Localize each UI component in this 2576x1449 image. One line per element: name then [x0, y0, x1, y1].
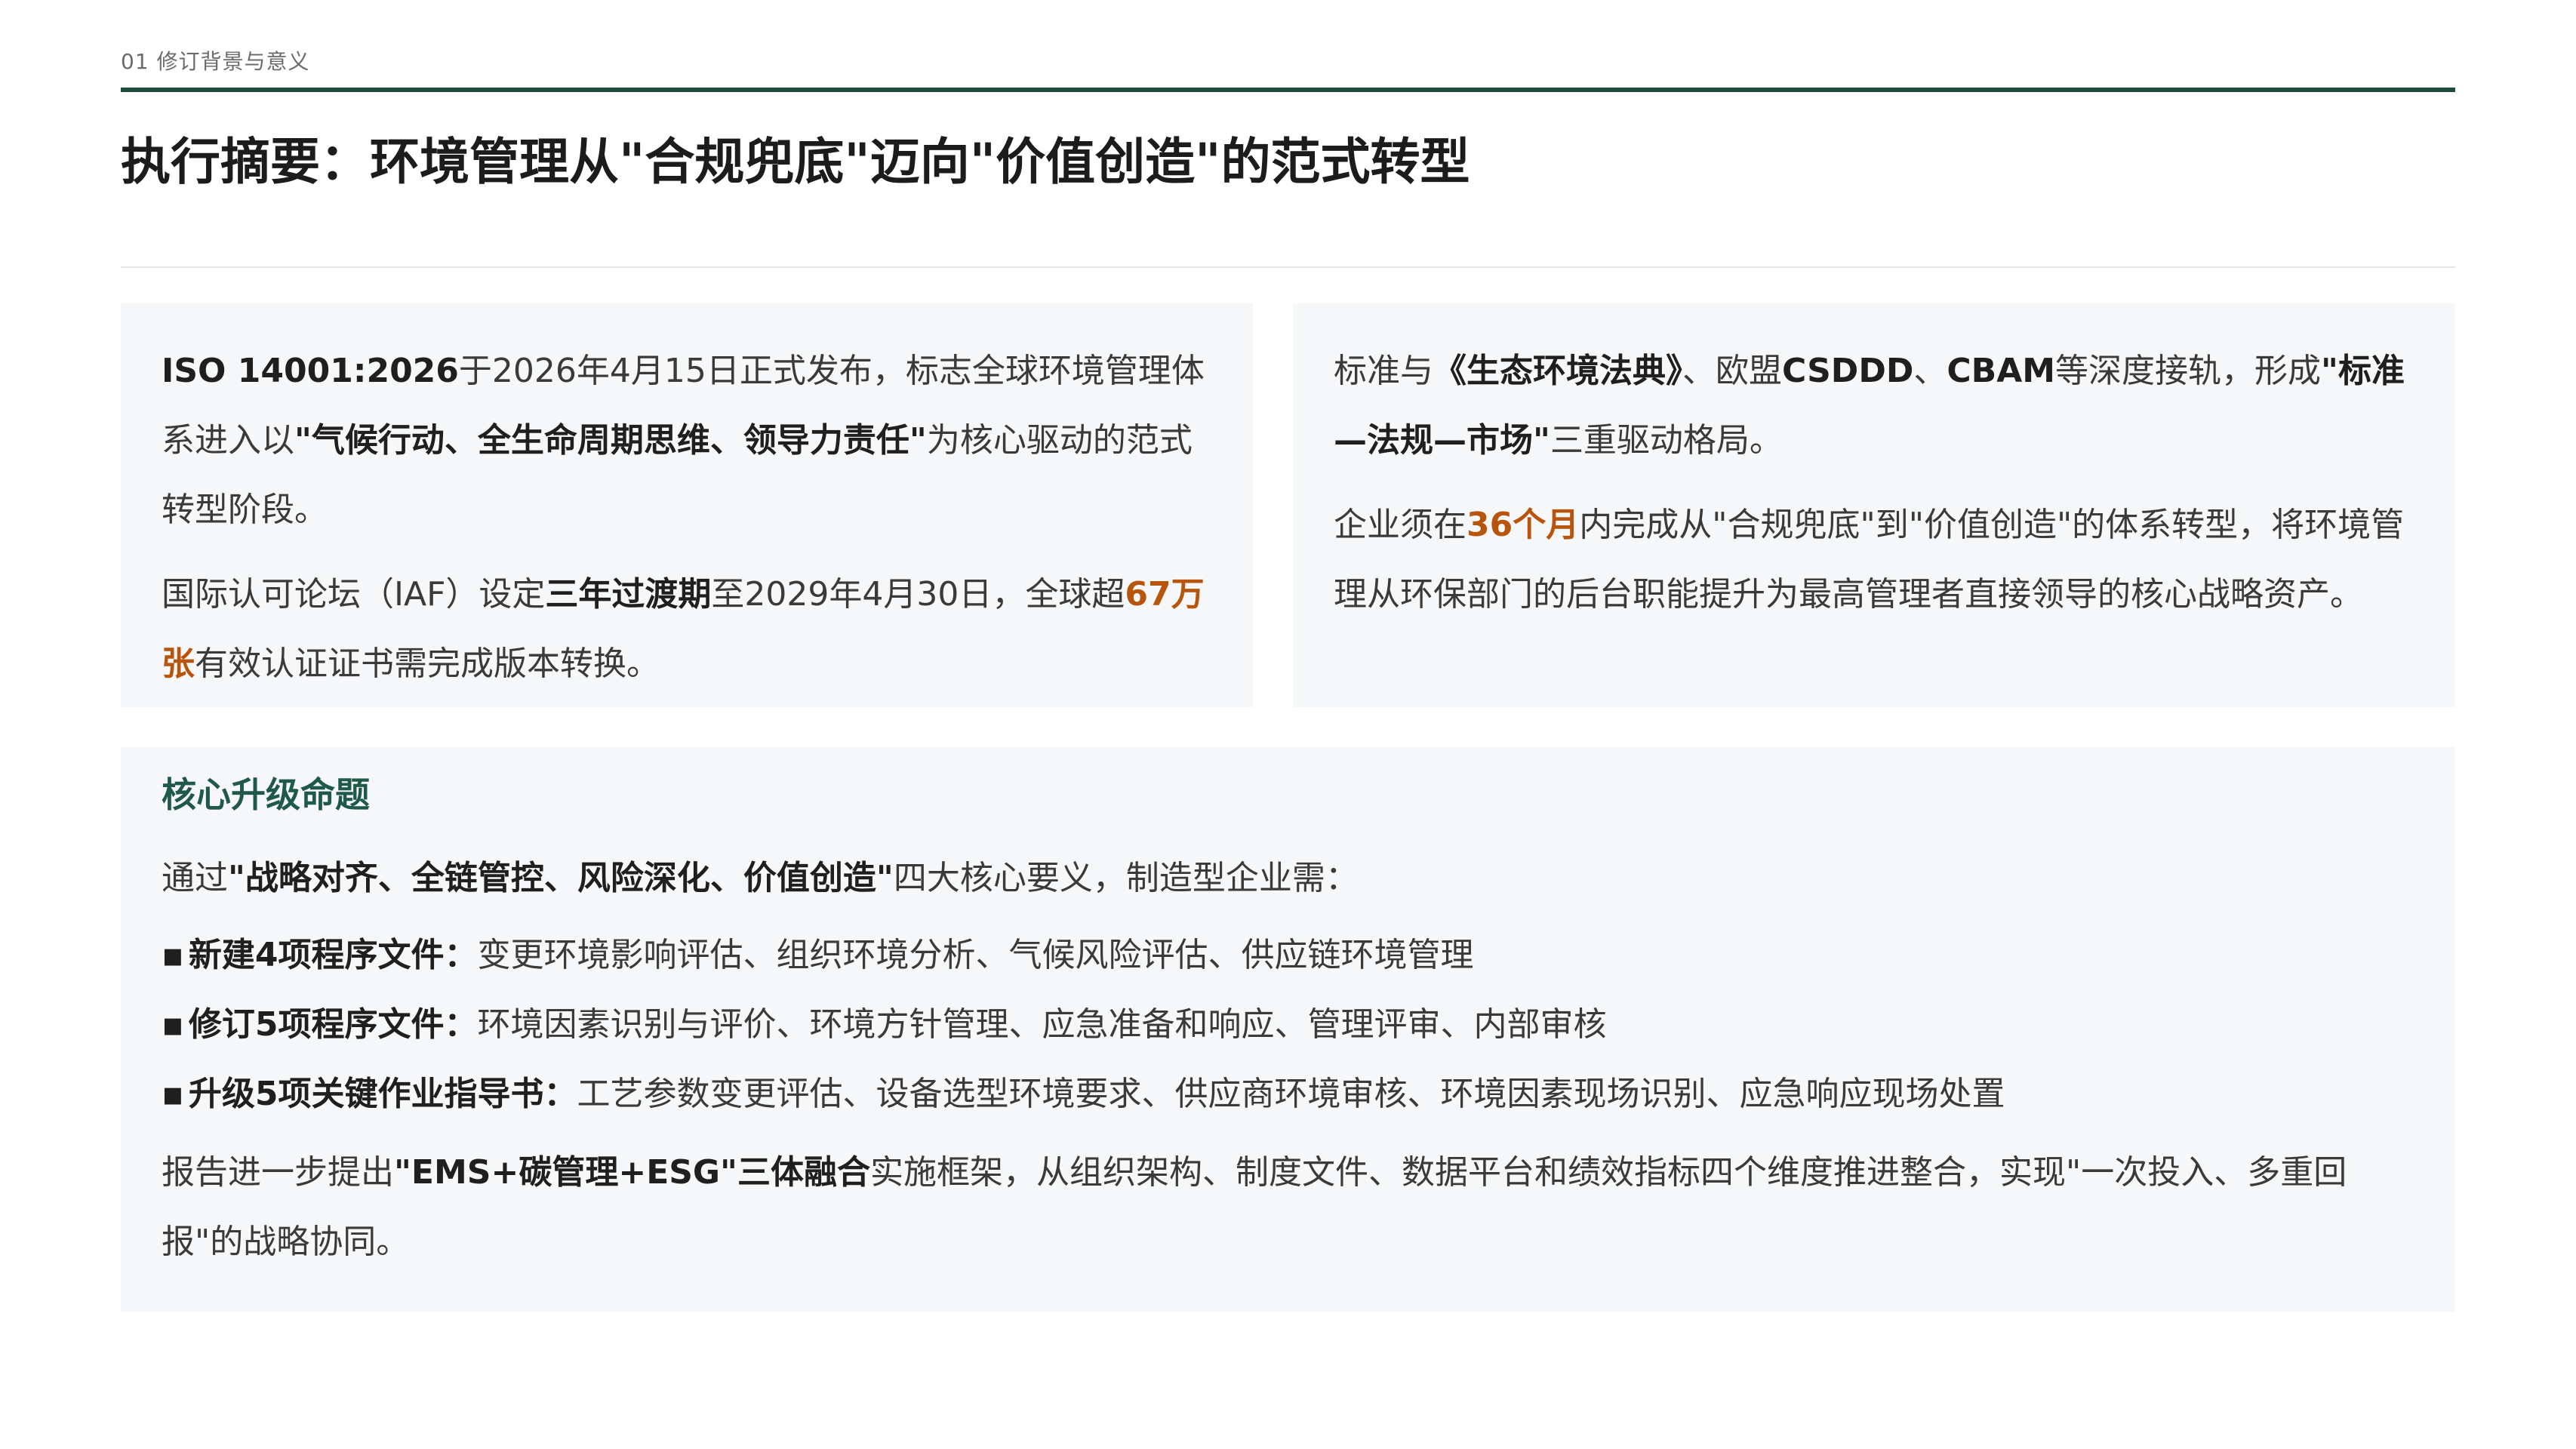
bullet-icon: ▪	[162, 1005, 184, 1044]
title-divider	[121, 266, 2455, 268]
summary-card-right: 标准与《生态环境法典》、欧盟CSDDD、CBAM等深度接轨，形成"标准—法规—市…	[1293, 303, 2455, 707]
bullet-icon: ▪	[162, 936, 184, 974]
upgrade-bullet-list: ▪ 新建4项程序文件：变更环境影响评估、组织环境分析、气候风险评估、供应链环境管理…	[162, 921, 2416, 1129]
list-item: ▪ 新建4项程序文件：变更环境影响评估、组织环境分析、气候风险评估、供应链环境管理	[162, 936, 1474, 974]
list-item: ▪ 修订5项程序文件：环境因素识别与评价、环境方针管理、应急准备和响应、管理评审、…	[162, 1005, 1607, 1044]
list-item: ▪ 升级5项关键作业指导书：工艺参数变更评估、设备选型环境要求、供应商环境审核、环…	[162, 1075, 2005, 1113]
page-title: 执行摘要：环境管理从"合规兜底"迈向"价值创造"的范式转型	[121, 133, 1470, 191]
transition-period-paragraph: 国际认可论坛（IAF）设定三年过渡期至2029年4月30日，全球超67万张有效认…	[162, 575, 1205, 683]
bullet-icon: ▪	[162, 1075, 184, 1113]
summary-card-left: ISO 14001:2026于2026年4月15日正式发布，标志全球环境管理体系…	[121, 303, 1253, 707]
core-upgrade-heading: 核心升级命题	[162, 774, 370, 815]
standard-name: ISO 14001:2026	[162, 352, 459, 390]
core-upgrade-intro: 通过"战略对齐、全链管控、风险深化、价值创造"四大核心要义，制造型企业需：	[162, 859, 1359, 897]
transformation-deadline-paragraph: 企业须在36个月内完成从"合规兜底"到"价值创造"的体系转型，将环境管理从环保部…	[1334, 506, 2405, 614]
core-upgrade-card: 核心升级命题 通过"战略对齐、全链管控、风险深化、价值创造"四大核心要义，制造型…	[121, 747, 2455, 1312]
framework-paragraph: 报告进一步提出"EMS+碳管理+ESG"三体融合实施框架，从组织架构、制度文件、…	[162, 1153, 2347, 1261]
iso-release-paragraph: ISO 14001:2026于2026年4月15日正式发布，标志全球环境管理体系…	[162, 352, 1205, 529]
section-label: 01 修订背景与意义	[121, 49, 310, 74]
regulation-alignment-paragraph: 标准与《生态环境法典》、欧盟CSDDD、CBAM等深度接轨，形成"标准—法规—市…	[1334, 352, 2405, 460]
months-highlight: 36个月	[1467, 506, 1580, 544]
top-divider	[121, 88, 2455, 92]
